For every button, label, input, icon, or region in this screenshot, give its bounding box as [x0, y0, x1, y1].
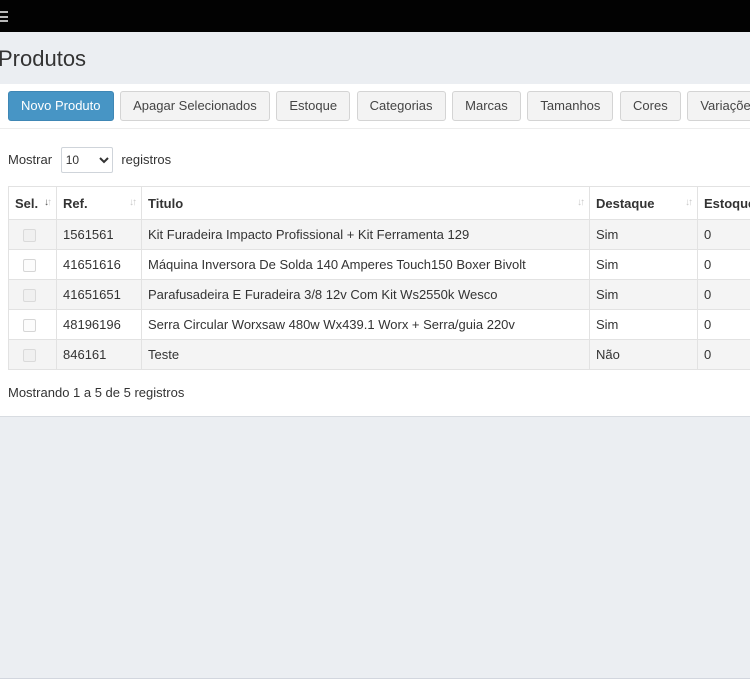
cell-ref: 41651651: [56, 279, 142, 310]
categories-button[interactable]: Categorias: [356, 91, 446, 121]
cell-select: [8, 339, 57, 370]
page-title: Produtos: [0, 46, 87, 71]
cell-ref: 48196196: [56, 309, 142, 340]
sort-icon: ↓↑: [44, 196, 52, 208]
cell-destaque: Sim: [589, 309, 698, 340]
hamburger-menu-icon[interactable]: [0, 11, 8, 22]
row-select-checkbox[interactable]: [23, 229, 36, 243]
row-select-checkbox[interactable]: [23, 319, 36, 333]
cell-select: [8, 219, 57, 250]
length-label-suffix: registros: [121, 152, 172, 167]
table-header-row: Sel. ↓↑ Ref. ↓↑ Titulo ↓↑ Destaque ↓↑ Es…: [8, 186, 750, 220]
cell-titulo: Teste: [141, 339, 590, 370]
products-table: Sel. ↓↑ Ref. ↓↑ Titulo ↓↑ Destaque ↓↑ Es…: [8, 186, 750, 370]
cell-ref: 846161: [56, 339, 142, 370]
actions-toolbar: Novo Produto Apagar Selecionados Estoque…: [0, 84, 750, 129]
page-length-control: Mostrar 10 registros: [8, 147, 750, 173]
table-row: 48196196 Serra Circular Worxsaw 480w Wx4…: [8, 309, 750, 340]
table-section: Mostrar 10 registros Sel. ↓↑ Ref. ↓↑ Tit…: [0, 129, 750, 416]
top-navbar: [0, 0, 750, 32]
table-row: 846161 Teste Não 0: [8, 339, 750, 370]
table-row: 1561561 Kit Furadeira Impacto Profission…: [8, 219, 750, 250]
cell-titulo: Máquina Inversora De Solda 140 Amperes T…: [141, 249, 590, 280]
cell-select: [8, 249, 57, 280]
cell-estoque: 0: [697, 339, 750, 370]
sort-icon: ↓↑: [685, 196, 693, 208]
cell-estoque: 0: [697, 309, 750, 340]
length-label-prefix: Mostrar: [8, 152, 53, 167]
sizes-button[interactable]: Tamanhos: [527, 91, 614, 121]
column-header-sel[interactable]: Sel. ↓↑: [8, 186, 57, 220]
cell-titulo: Parafusadeira E Furadeira 3/8 12v Com Ki…: [141, 279, 590, 310]
brands-button[interactable]: Marcas: [452, 91, 521, 121]
cell-estoque: 0: [697, 249, 750, 280]
cell-estoque: 0: [697, 279, 750, 310]
new-product-button[interactable]: Novo Produto: [8, 91, 114, 121]
row-select-checkbox[interactable]: [23, 289, 36, 303]
column-header-ref[interactable]: Ref. ↓↑: [56, 186, 142, 220]
cell-destaque: Sim: [589, 219, 698, 250]
column-header-estoque[interactable]: Estoque: [697, 186, 750, 220]
products-panel: Novo Produto Apagar Selecionados Estoque…: [0, 84, 750, 417]
table-row: 41651651 Parafusadeira E Furadeira 3/8 1…: [8, 279, 750, 310]
page-footer: [0, 678, 750, 690]
cell-titulo: Kit Furadeira Impacto Profissional + Kit…: [141, 219, 590, 250]
table-row: 41651616 Máquina Inversora De Solda 140 …: [8, 249, 750, 280]
cell-destaque: Sim: [589, 279, 698, 310]
column-header-destaque[interactable]: Destaque ↓↑: [589, 186, 698, 220]
cell-ref: 41651616: [56, 249, 142, 280]
cell-destaque: Sim: [589, 249, 698, 280]
cell-ref: 1561561: [56, 219, 142, 250]
page-header: Produtos: [0, 32, 750, 84]
variations-button[interactable]: Variações: [687, 91, 750, 121]
content-wrapper: Produtos Novo Produto Apagar Selecionado…: [0, 32, 750, 678]
cell-select: [8, 309, 57, 340]
sort-icon: ↓↑: [129, 196, 137, 208]
cell-destaque: Não: [589, 339, 698, 370]
page-length-select[interactable]: 10: [60, 147, 113, 173]
delete-selected-button[interactable]: Apagar Selecionados: [120, 91, 270, 121]
column-header-titulo[interactable]: Titulo ↓↑: [141, 186, 590, 220]
cell-estoque: 0: [697, 219, 750, 250]
table-info-text: Mostrando 1 a 5 de 5 registros: [8, 385, 185, 400]
colors-button[interactable]: Cores: [620, 91, 681, 121]
cell-select: [8, 279, 57, 310]
sort-icon: ↓↑: [577, 196, 585, 208]
cell-titulo: Serra Circular Worxsaw 480w Wx439.1 Worx…: [141, 309, 590, 340]
row-select-checkbox[interactable]: [23, 349, 36, 363]
row-select-checkbox[interactable]: [23, 259, 36, 273]
stock-button[interactable]: Estoque: [276, 91, 351, 121]
